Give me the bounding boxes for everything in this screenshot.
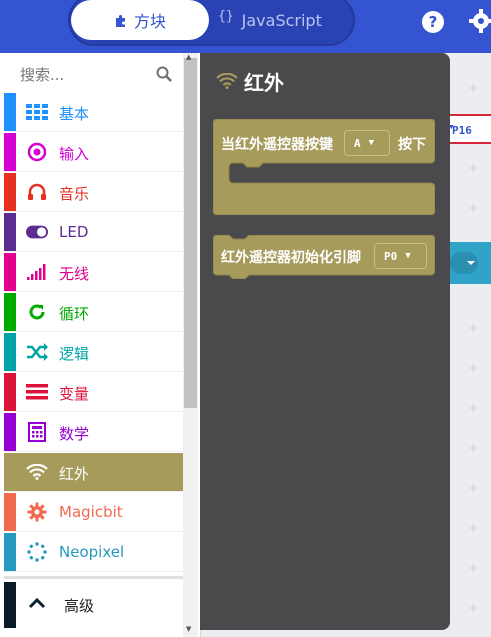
grid-dot: + [468, 401, 479, 415]
category-color-bar [4, 493, 16, 531]
top-bar: 方块 {} JavaScript ? [0, 0, 491, 53]
category-label: 高级 [64, 597, 95, 615]
javascript-tab-label: JavaScript [241, 10, 322, 30]
category-label: 循环 [59, 305, 90, 323]
signal-bars-icon [26, 262, 48, 282]
on-ir-button-pressed-block[interactable]: 当红外遥控器按键 A ▼ 按下 [213, 119, 435, 215]
category-music[interactable]: 音乐 [4, 173, 183, 212]
caret-down-icon: ▼ [405, 251, 411, 261]
block-text: 红外遥控器初始化引脚 [221, 250, 361, 266]
grid-dot: + [468, 201, 479, 215]
caret-down-icon: ▼ [368, 138, 375, 148]
pin-dropdown[interactable]: P0 ▼ [374, 243, 427, 269]
grid-dot: + [468, 321, 479, 335]
category-color-bar [4, 373, 16, 411]
chevron-up-icon [28, 594, 46, 613]
grid-dot: + [468, 81, 479, 95]
grid-dot: + [468, 561, 479, 575]
category-color-bar [4, 133, 16, 171]
category-color-bar [4, 582, 16, 628]
category-color-bar [4, 173, 16, 211]
grid-dot: + [468, 441, 479, 455]
ir-init-pin-block[interactable]: 红外遥控器初始化引脚 P0 ▼ [213, 235, 435, 279]
category-flyout: 红外 当红外遥控器按键 A ▼ 按下 红外遥控器初始化引脚 P0 ▼ [200, 53, 450, 630]
wifi-icon [26, 462, 48, 482]
category-advanced[interactable]: 高级 [4, 582, 183, 628]
flyout-title: 红外 [244, 71, 284, 95]
category-label: 红外 [59, 465, 90, 483]
list-icon [26, 382, 48, 402]
headphones-icon [26, 182, 48, 202]
flyout-heading: 红外 [216, 67, 284, 96]
dotted-circle-icon [26, 542, 48, 562]
dropdown-value: P0 [384, 249, 398, 263]
toolbox-scrollbar-thumb[interactable] [184, 58, 197, 408]
category-loops[interactable]: 循环 [4, 293, 183, 332]
category-label: 无线 [59, 265, 90, 283]
editor-toggle: 方块 {} JavaScript [68, 0, 355, 46]
category-basic[interactable]: 基本 [4, 93, 183, 132]
dropdown-value: A [354, 136, 361, 150]
category-color-bar [4, 333, 16, 371]
block-text-suffix: 按下 [398, 137, 426, 153]
calculator-icon [26, 422, 48, 442]
grid-dot: + [468, 361, 479, 375]
block-text-prefix: 当红外遥控器按键 [221, 137, 333, 153]
search-input[interactable]: 搜索... [20, 64, 156, 85]
braces-icon: {} [218, 8, 234, 24]
category-label: Neopixel [59, 543, 125, 561]
category-label: 变量 [59, 385, 90, 403]
category-color-bar [4, 293, 16, 331]
block-dropdown[interactable] [450, 252, 478, 274]
grid-dot: + [468, 481, 479, 495]
wifi-icon [216, 70, 238, 94]
grid-icon [26, 102, 48, 122]
refresh-icon [26, 302, 48, 322]
scroll-down-arrow-icon[interactable]: ▼ [186, 625, 191, 633]
category-color-bar [4, 413, 16, 451]
category-input[interactable]: 输入 [4, 133, 183, 172]
category-label: 输入 [59, 145, 90, 163]
target-icon [26, 142, 48, 162]
category-infrared[interactable]: 红外 [4, 453, 183, 492]
category-neopixel[interactable]: Neopixel [4, 533, 183, 572]
category-magicbit[interactable]: Magicbit [4, 493, 183, 532]
category-label: 数学 [59, 425, 90, 443]
category-label: 音乐 [59, 185, 90, 203]
puzzle-icon [114, 13, 128, 27]
search-icon[interactable] [156, 66, 172, 82]
grid-dot: + [468, 161, 479, 175]
javascript-tab[interactable]: {} JavaScript [218, 0, 348, 40]
gear-icon [26, 502, 48, 522]
category-label: 逻辑 [59, 345, 90, 363]
category-color-bar [4, 93, 16, 131]
toolbox-divider [4, 576, 183, 579]
grid-dot: + [468, 521, 479, 535]
blocks-tab[interactable]: 方块 [71, 0, 209, 40]
category-color-bar [4, 533, 16, 571]
category-radio[interactable]: 无线 [4, 253, 183, 292]
grid-dot: + [468, 601, 479, 615]
category-logic[interactable]: 逻辑 [4, 333, 183, 372]
settings-gear-icon[interactable] [468, 8, 491, 34]
category-label: 基本 [59, 105, 90, 123]
scroll-up-arrow-icon[interactable]: ▲ [186, 53, 191, 61]
category-label: LED [59, 223, 89, 241]
category-label: Magicbit [59, 503, 123, 521]
blocks-tab-label: 方块 [133, 12, 166, 31]
toggle-icon [26, 222, 48, 242]
toolbox-search[interactable]: 搜索... [4, 55, 184, 93]
category-math[interactable]: 数学 [4, 413, 183, 452]
category-color-bar [4, 213, 16, 251]
toolbox: 搜索... 基本 输入 音乐 LED 无线 循环 逻辑 变量 数学 红外 Mag… [0, 53, 201, 637]
button-dropdown[interactable]: A ▼ [344, 130, 390, 156]
category-led[interactable]: LED [4, 213, 183, 252]
category-variables[interactable]: 变量 [4, 373, 183, 412]
help-icon[interactable]: ? [422, 11, 444, 33]
category-color-bar [4, 253, 16, 291]
category-color-bar [4, 453, 16, 491]
shuffle-icon [26, 342, 48, 362]
